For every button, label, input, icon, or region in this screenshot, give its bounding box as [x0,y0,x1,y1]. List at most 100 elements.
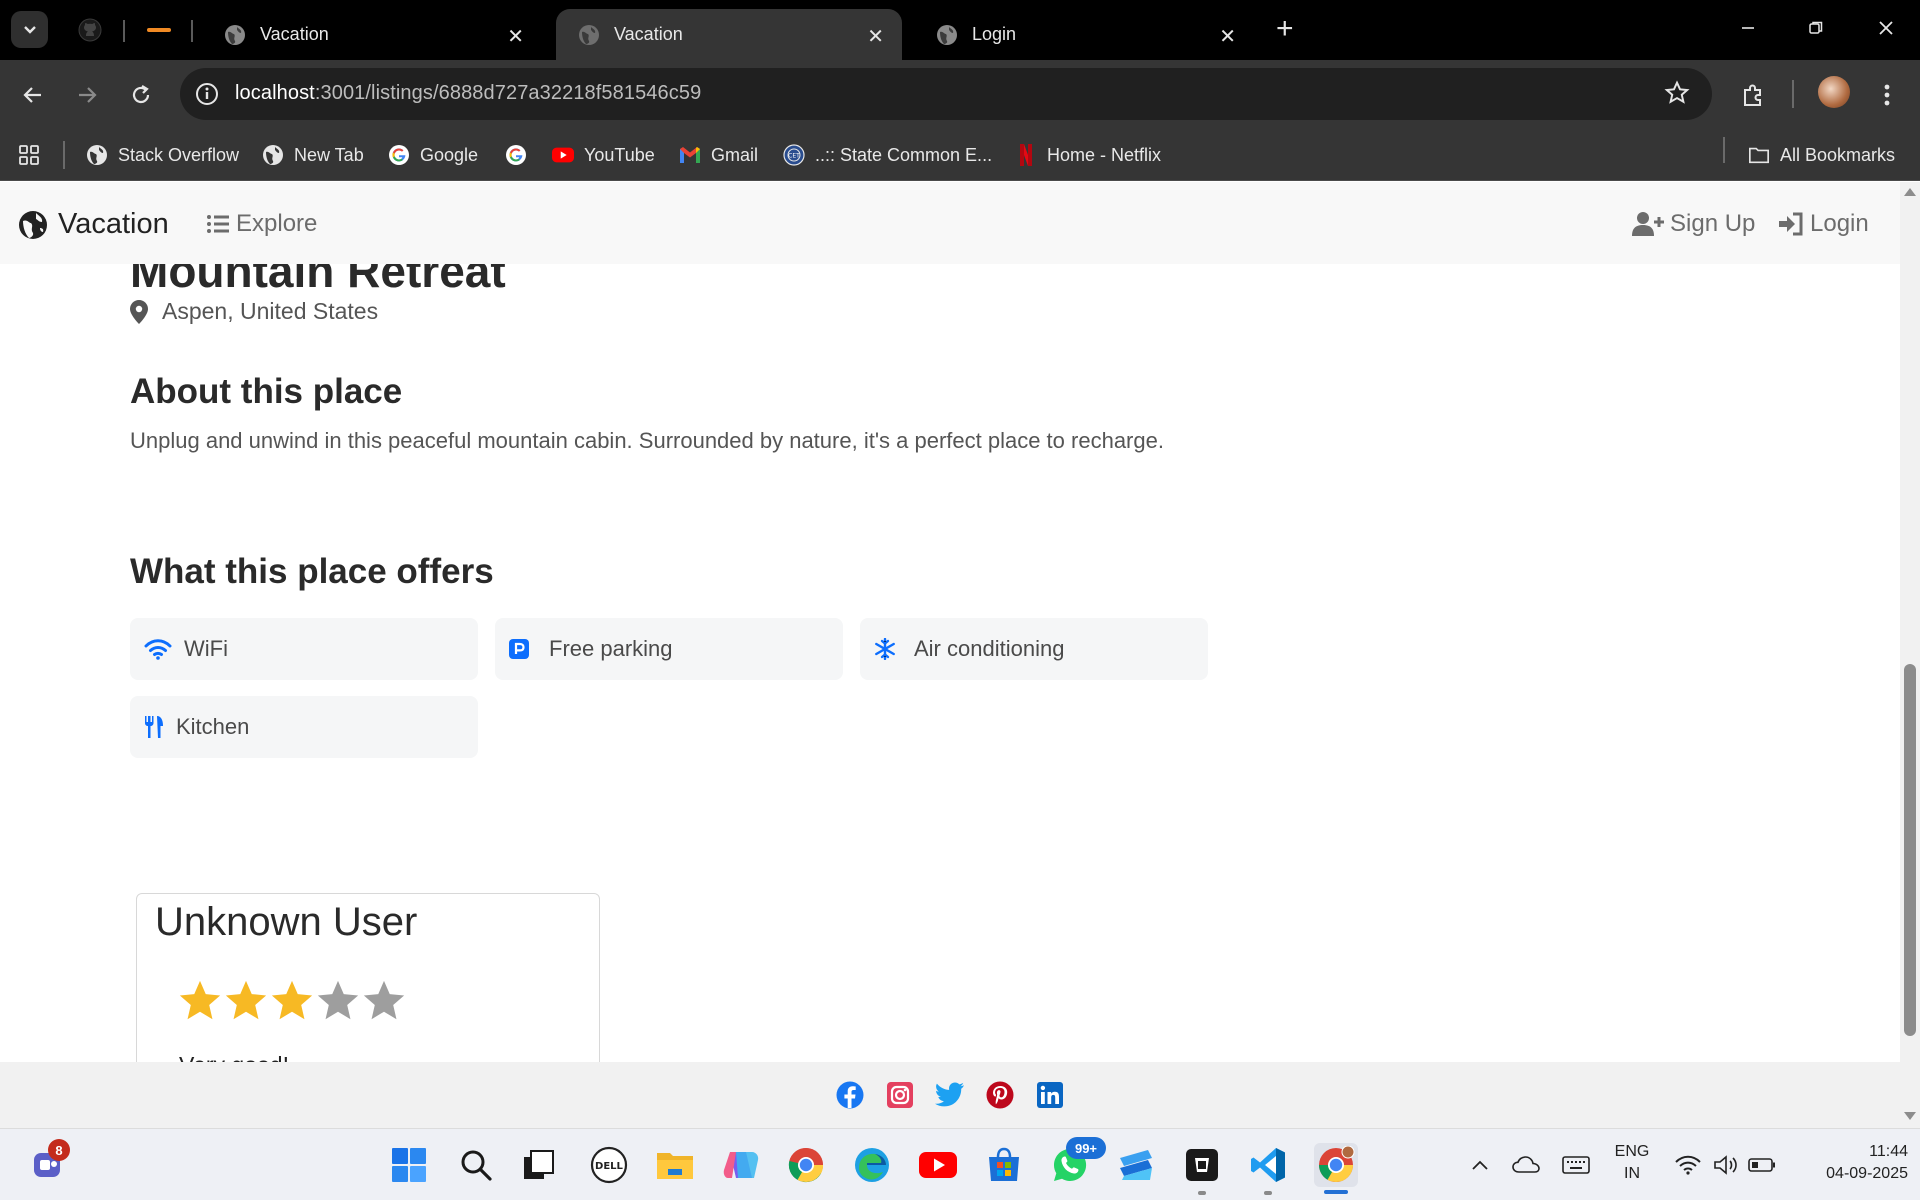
show-hidden-icons[interactable] [1460,1145,1500,1185]
amenity-free-parking: Free parking [495,618,843,680]
youtube-app[interactable] [918,1145,958,1185]
signup-link[interactable]: Sign Up [1632,210,1755,238]
chevron-down-icon [23,25,36,34]
back-button[interactable] [16,78,50,112]
puzzle-icon [1744,84,1761,106]
task-view-button[interactable] [519,1145,559,1185]
extensions-button[interactable] [1736,78,1770,112]
tab-title: Vacation [260,24,329,44]
location-text: Aspen, United States [162,298,379,324]
address-bar[interactable]: localhost:3001/listings/6888d727a32218f5… [180,68,1712,120]
bookmark-new-tab[interactable]: New Tab [262,142,364,168]
bookmarks-bar: Stack Overflow New Tab Google YouTube Gm… [0,129,1920,181]
app-blue-planes[interactable] [1116,1145,1156,1185]
bookmark-gmail[interactable]: Gmail [679,142,758,168]
close-window-button[interactable] [1872,14,1900,42]
chrome-app[interactable] [786,1145,826,1185]
microsoft-store-app[interactable] [984,1145,1024,1185]
vscode-app[interactable] [1248,1145,1288,1185]
tab-vacation-2[interactable]: Vacation ✕ [556,9,902,60]
edge-app[interactable] [852,1145,892,1185]
bookmark-label: YouTube [584,144,655,165]
edge-icon [855,1148,889,1182]
minimize-button[interactable] [1734,14,1762,42]
page-scrollbar[interactable] [1900,182,1920,1128]
pinned-tab-github[interactable] [76,16,104,44]
close-tab-icon[interactable]: ✕ [507,24,524,49]
apps-button[interactable] [18,142,40,168]
forward-button[interactable] [70,78,104,112]
amenity-label: WiFi [184,636,228,661]
linkedin-icon[interactable] [1033,1078,1067,1112]
list-icon [207,215,229,233]
pinterest-icon[interactable] [983,1078,1017,1112]
explore-link[interactable]: Explore [206,210,317,238]
close-tab-icon[interactable]: ✕ [867,24,884,49]
vscode-icon [1251,1148,1285,1182]
profile-avatar[interactable] [1818,76,1850,108]
bookmark-google[interactable]: Google [388,142,478,168]
chrome-active-app[interactable] [1314,1143,1358,1187]
terminal-app[interactable] [1182,1145,1222,1185]
reload-button[interactable] [124,78,158,112]
bookmark-stack-overflow[interactable]: Stack Overflow [86,142,239,168]
battery-tray[interactable] [1742,1145,1782,1185]
site-info-icon[interactable] [194,81,220,107]
bookmark-netflix[interactable]: Home - Netflix [1015,142,1161,168]
scroll-up-arrow[interactable] [1904,188,1916,196]
google-icon [506,145,526,165]
user-plus-icon [1632,212,1664,236]
login-label: Login [1810,210,1869,237]
close-tab-icon[interactable]: ✕ [1219,24,1236,49]
copilot-app[interactable] [721,1145,761,1185]
restore-button[interactable] [1802,14,1830,42]
volume-tray[interactable] [1706,1145,1746,1185]
bookmark-star-icon[interactable] [1664,80,1690,106]
instagram-icon[interactable] [883,1078,917,1112]
teams-app[interactable]: 8 [28,1139,70,1185]
all-bookmarks-button[interactable]: All Bookmarks [1748,142,1895,168]
wifi-icon [144,639,172,660]
keyboard-tray[interactable] [1556,1145,1596,1185]
search-button[interactable] [456,1145,496,1185]
bookmark-google-2[interactable] [505,142,537,168]
twitter-icon[interactable] [933,1078,967,1112]
new-tab-button[interactable]: + [1276,14,1294,44]
notification-badge: 8 [48,1139,70,1161]
tab-vacation-1[interactable]: Vacation ✕ [202,9,542,60]
onedrive-tray[interactable] [1506,1145,1546,1185]
amenity-label: Kitchen [176,714,250,739]
whatsapp-app[interactable]: 99+ [1050,1137,1106,1185]
language-indicator[interactable]: ENG IN [1605,1141,1659,1185]
star-empty-icon [317,980,359,1020]
tab-strip: Vacation ✕ Vacation ✕ Login ✕ + [0,0,1920,60]
task-view-icon [524,1150,554,1179]
star-filled-icon [225,980,267,1020]
brand-link[interactable]: Vacation [18,208,169,241]
bookmark-youtube[interactable]: YouTube [552,142,655,168]
clock[interactable]: 11:44 04-09-2025 [1784,1141,1908,1185]
minimize-icon [1742,27,1754,29]
wifi-icon [1675,1155,1701,1175]
pinned-tab-coursera[interactable] [145,16,173,44]
wifi-tray[interactable] [1668,1145,1708,1185]
globe-icon [937,24,957,45]
app-icon [1120,1150,1152,1180]
tab-title: Vacation [614,24,683,44]
tab-login[interactable]: Login ✕ [914,9,1254,60]
file-explorer-app[interactable] [655,1145,695,1185]
start-button[interactable] [389,1145,429,1185]
star-empty-icon [363,980,405,1020]
svg-text:DELL: DELL [595,1161,624,1172]
scrollbar-thumb[interactable] [1904,664,1916,1036]
facebook-icon[interactable] [833,1078,867,1112]
bookmark-state-common-entrance[interactable]: CET ..:: State Common E... [783,142,992,168]
explore-label: Explore [236,210,318,237]
scroll-down-arrow[interactable] [1904,1112,1916,1120]
dell-app[interactable]: DELL [589,1145,629,1185]
bookmark-label: Gmail [711,144,759,165]
tab-search-button[interactable] [11,11,48,48]
utensils-icon [145,716,163,738]
login-link[interactable]: Login [1778,210,1869,238]
browser-menu-button[interactable] [1870,78,1904,112]
